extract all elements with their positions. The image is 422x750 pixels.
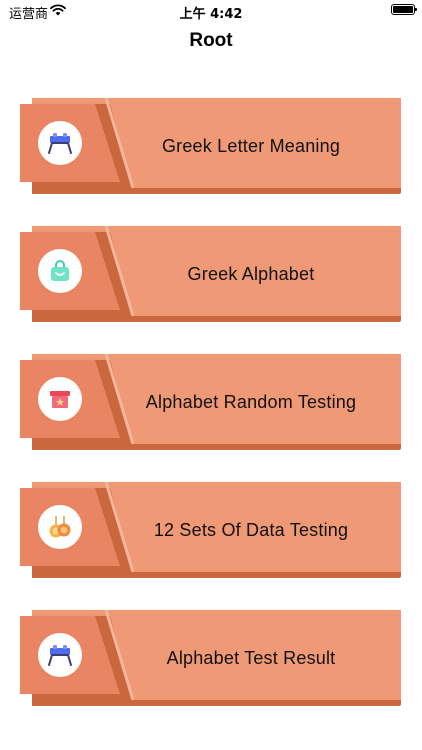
table-icon xyxy=(38,633,82,677)
menu-item-greek-alphabet[interactable]: Greek Alphabet xyxy=(20,226,402,322)
menu-item-label: Alphabet Test Result xyxy=(166,647,336,668)
menu-item-label: Greek Letter Meaning xyxy=(161,135,341,156)
menu-item-alphabet-random-testing[interactable]: Alphabet Random Testing xyxy=(20,354,402,450)
menu-item-12-sets-of-data-testing[interactable]: 12 Sets Of Data Testing xyxy=(20,482,402,578)
status-time: 上午 4:42 xyxy=(179,7,243,22)
menu-item-label: Greek Alphabet xyxy=(187,263,315,284)
menu-item-label: Alphabet Random Testing xyxy=(145,391,357,412)
gift-box-icon xyxy=(38,377,82,421)
menu-item-greek-letter-meaning[interactable]: Greek Letter Meaning xyxy=(20,98,402,194)
battery-icon xyxy=(391,4,417,15)
table-icon xyxy=(38,121,82,165)
menu-item-alphabet-test-result[interactable]: Alphabet Test Result xyxy=(20,610,402,706)
page-title: Root xyxy=(189,30,233,51)
status-bar: 运营商 上午 4:42 xyxy=(0,0,422,22)
shopping-bag-icon xyxy=(38,249,82,293)
coins-icon xyxy=(38,505,82,549)
menu-item-label: 12 Sets Of Data Testing xyxy=(153,519,349,540)
